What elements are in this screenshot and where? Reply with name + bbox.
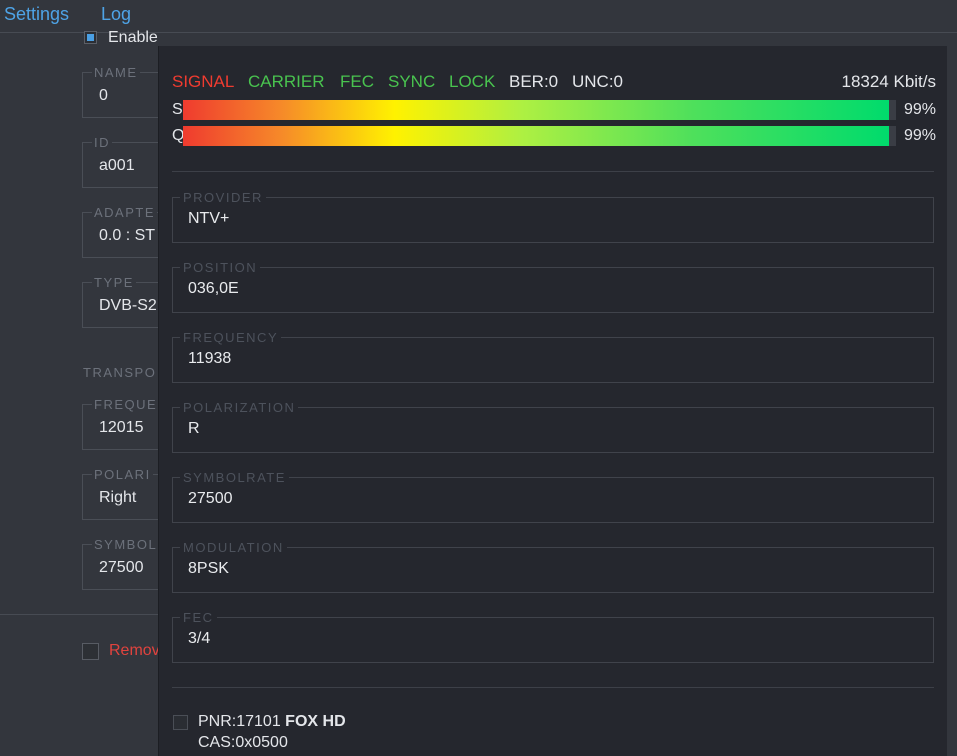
position-legend: POSITION bbox=[180, 260, 261, 275]
service-item: PNR:17101 FOX HD CAS:0x0500 bbox=[172, 713, 772, 756]
position-value: 036,0E bbox=[188, 280, 239, 297]
provider-field: PROVIDER NTV+ bbox=[172, 190, 934, 243]
app-window: Settings Log Enable NAME 0 ID a001 ADAPT… bbox=[0, 0, 957, 756]
fec-info-field: FEC 3/4 bbox=[172, 610, 934, 663]
service-name: FOX HD bbox=[285, 713, 346, 730]
modulation-info-value: 8PSK bbox=[188, 560, 229, 577]
modulation-info-legend: MODULATION bbox=[180, 540, 287, 555]
enable-label: Enable bbox=[108, 29, 158, 46]
adapter-field-legend: ADAPTE bbox=[92, 205, 158, 220]
status-lock: LOCK bbox=[449, 72, 496, 91]
signal-quality-meter: Q 99% bbox=[172, 126, 936, 146]
service-checkbox[interactable] bbox=[173, 715, 188, 730]
remove-label: Remov bbox=[109, 642, 160, 659]
symbolrate-field-legend: SYMBOL bbox=[92, 537, 160, 552]
signal-strength-fill bbox=[183, 100, 889, 120]
status-unc: UNC:0 bbox=[572, 72, 624, 91]
status-bitrate: 18324 Kbit/s bbox=[841, 72, 936, 91]
id-field-value: a001 bbox=[99, 157, 135, 174]
status-carrier: CARRIER bbox=[248, 72, 325, 91]
status-line: SIGNAL CARRIER FEC SYNC LOCK BER:0 UNC:0… bbox=[172, 72, 936, 92]
frequency-info-legend: FREQUENCY bbox=[180, 330, 282, 345]
polarization-field-legend: POLARI bbox=[92, 467, 153, 482]
polarization-info-value: R bbox=[188, 420, 200, 437]
name-field-value: 0 bbox=[99, 87, 108, 104]
enable-checkbox[interactable] bbox=[84, 31, 97, 44]
position-field: POSITION 036,0E bbox=[172, 260, 934, 313]
symbolrate-info-legend: SYMBOLRATE bbox=[180, 470, 289, 485]
menu-settings[interactable]: Settings bbox=[4, 4, 69, 25]
signal-quality-percent: 99% bbox=[903, 127, 936, 144]
signal-quality-track bbox=[183, 126, 896, 146]
signal-strength-track bbox=[183, 100, 896, 120]
frequency-info-value: 11938 bbox=[188, 350, 232, 367]
service-pnr: PNR:17101 bbox=[198, 713, 281, 730]
status-signal: SIGNAL bbox=[172, 72, 235, 91]
form-divider bbox=[0, 614, 160, 615]
status-sync: SYNC bbox=[388, 72, 436, 91]
status-fec: FEC bbox=[340, 72, 374, 91]
transponder-section-heading: TRANSPO bbox=[83, 365, 157, 380]
polarization-info-field: POLARIZATION R bbox=[172, 400, 934, 453]
frequency-field-legend: FREQUE bbox=[92, 397, 160, 412]
menu-log[interactable]: Log bbox=[101, 4, 131, 25]
symbolrate-field-value: 27500 bbox=[99, 559, 144, 576]
frequency-field-value: 12015 bbox=[99, 419, 144, 436]
type-field-value: DVB-S2 bbox=[99, 297, 157, 314]
adapter-field-value: 0.0 : ST bbox=[99, 227, 156, 244]
fec-info-value: 3/4 bbox=[188, 630, 211, 647]
signal-info-panel: SIGNAL CARRIER FEC SYNC LOCK BER:0 UNC:0… bbox=[158, 46, 947, 756]
name-field-legend: NAME bbox=[92, 65, 140, 80]
service-line: PNR:17101 FOX HD bbox=[198, 713, 346, 731]
modulation-info-field: MODULATION 8PSK bbox=[172, 540, 934, 593]
type-field-legend: TYPE bbox=[92, 275, 136, 290]
polarization-info-legend: POLARIZATION bbox=[180, 400, 299, 415]
signal-quality-fill bbox=[183, 126, 889, 146]
id-field-legend: ID bbox=[92, 135, 112, 150]
signal-strength-meter: S 99% bbox=[172, 100, 936, 120]
fec-info-legend: FEC bbox=[180, 610, 217, 625]
panel-divider-bottom bbox=[172, 687, 934, 688]
symbolrate-info-value: 27500 bbox=[188, 490, 233, 507]
panel-divider-top bbox=[172, 171, 934, 172]
signal-strength-percent: 99% bbox=[903, 101, 936, 118]
remove-checkbox[interactable] bbox=[82, 643, 99, 660]
frequency-info-field: FREQUENCY 11938 bbox=[172, 330, 934, 383]
provider-value: NTV+ bbox=[188, 210, 230, 227]
service-cas: CAS:0x0500 bbox=[198, 734, 288, 751]
symbolrate-info-field: SYMBOLRATE 27500 bbox=[172, 470, 934, 523]
signal-strength-label: S bbox=[172, 101, 183, 118]
status-ber: BER:0 bbox=[509, 72, 559, 91]
provider-legend: PROVIDER bbox=[180, 190, 266, 205]
polarization-field-value: Right bbox=[99, 489, 137, 506]
